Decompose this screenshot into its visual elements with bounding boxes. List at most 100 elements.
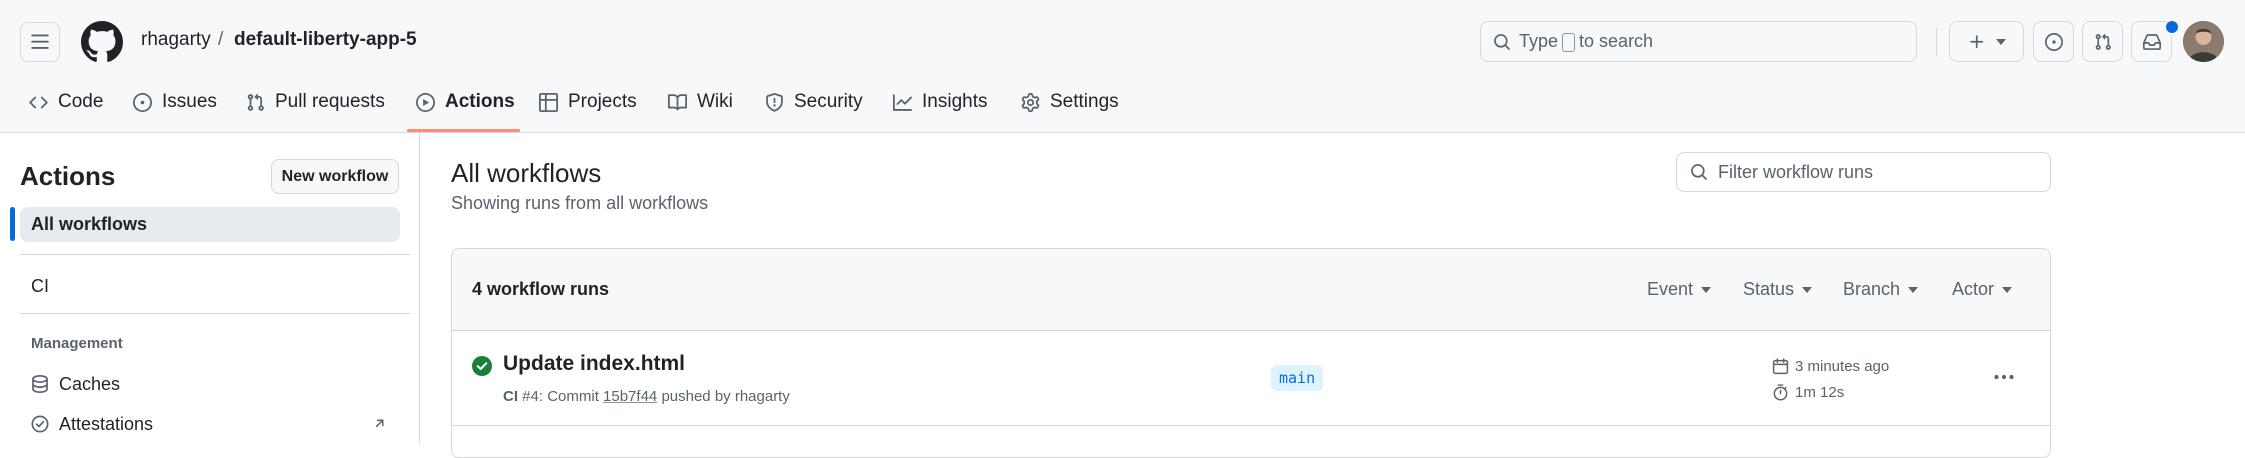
run-duration: 1m 12s [1772, 384, 1844, 401]
tab-label: Insights [922, 91, 988, 112]
workflow-runs-box: 4 workflow runs Event Status Branch Acto… [451, 248, 2051, 458]
chevron-down-icon [1802, 286, 1813, 293]
sidebar-item-attestations[interactable]: Attestations [20, 408, 400, 440]
graph-icon [893, 93, 912, 111]
run-workflow-name: CI [503, 388, 518, 405]
sidebar-item-label: Attestations [59, 413, 154, 434]
verified-icon [31, 415, 49, 433]
check-circle-fill-icon [472, 356, 492, 376]
event-filter-dropdown[interactable]: Event [1647, 279, 1712, 300]
search-placeholder-end: to search [1579, 31, 1654, 51]
search-icon [1691, 164, 1707, 180]
issues-icon [2044, 32, 2063, 51]
run-actor: pushed by rhagarty [661, 388, 790, 405]
active-tab-indicator [407, 129, 520, 132]
sidebar-item-ci[interactable]: CI [20, 268, 400, 304]
filter-workflow-runs-input[interactable]: Filter workflow runs [1676, 152, 2051, 192]
git-pull-request-icon [247, 93, 264, 111]
breadcrumb-separator: / [218, 29, 224, 50]
gear-icon [1021, 92, 1040, 112]
actor-filter-dropdown[interactable]: Actor [1952, 279, 2013, 300]
menu-button[interactable] [20, 22, 60, 62]
slash-key-hint [1562, 33, 1576, 52]
dropdown-label: Actor [1952, 279, 1995, 299]
filter-placeholder: Filter workflow runs [1718, 161, 1874, 182]
tab-label: Projects [568, 91, 637, 112]
tab-label: Code [58, 91, 104, 112]
code-icon [29, 96, 48, 108]
branch-label[interactable]: main [1271, 365, 1324, 391]
issue-opened-icon [133, 92, 152, 112]
table-row[interactable]: Update index.html CI #4: Commit 15b7f44 … [452, 331, 2050, 426]
header-divider [1936, 28, 1937, 56]
plus-icon [1969, 34, 1983, 48]
run-title-link[interactable]: Update index.html [503, 352, 685, 376]
notification-dot [2164, 19, 2180, 35]
stopwatch-icon [1773, 384, 1788, 401]
tab-label: Wiki [697, 91, 733, 112]
avatar[interactable] [2183, 21, 2224, 62]
tab-label: Settings [1050, 91, 1119, 112]
tab-issues[interactable]: Issues [133, 86, 217, 118]
tab-pull-requests[interactable]: Pull requests [246, 86, 385, 118]
run-options-button[interactable] [1992, 365, 2016, 389]
tab-label: Pull requests [275, 91, 385, 112]
run-duration-value: 1m 12s [1795, 384, 1845, 401]
tab-actions[interactable]: Actions [416, 86, 515, 118]
sidebar-item-all-workflows[interactable]: All workflows [20, 207, 400, 242]
commit-link[interactable]: 15b7f44 [603, 388, 657, 405]
new-workflow-button[interactable]: New workflow [271, 159, 399, 194]
breadcrumb-owner[interactable]: rhagarty [141, 28, 211, 52]
dropdown-label: Status [1743, 279, 1795, 299]
calendar-icon [1772, 358, 1789, 375]
tab-settings[interactable]: Settings [1021, 86, 1119, 118]
sidebar-item-label: Caches [59, 373, 121, 394]
sidebar-item-label: All workflows [31, 214, 148, 234]
branch-filter-dropdown[interactable]: Branch [1843, 279, 1919, 300]
link-external-icon [375, 419, 384, 428]
sidebar-section-heading: Management [31, 335, 123, 352]
run-meta: CI #4: Commit 15b7f44 pushed by rhagarty [503, 388, 790, 405]
active-item-marker [10, 207, 15, 241]
inbox-icon [2142, 33, 2161, 50]
chevron-down-icon [1701, 286, 1712, 293]
tab-wiki[interactable]: Wiki [668, 86, 733, 118]
breadcrumb-repo[interactable]: default-liberty-app-5 [234, 28, 417, 52]
sidebar-divider [20, 254, 410, 255]
sidebar-divider [20, 313, 410, 314]
sidebar-border [419, 133, 420, 444]
tab-code[interactable]: Code [29, 86, 103, 118]
create-new-button[interactable] [1949, 21, 2024, 62]
sidebar-item-label: CI [31, 275, 49, 296]
run-number: #4: Commit [522, 388, 599, 405]
tab-label: Actions [445, 91, 515, 112]
run-time-ago: 3 minutes ago [1795, 358, 1890, 375]
github-logo-icon[interactable] [81, 21, 123, 63]
global-search-input[interactable]: Type to search [1480, 21, 1917, 62]
issues-button[interactable] [2033, 21, 2074, 62]
chevron-down-icon [1908, 286, 1919, 293]
page-title: All workflows [451, 158, 602, 188]
book-icon [668, 93, 687, 110]
status-filter-dropdown[interactable]: Status [1743, 279, 1813, 300]
tab-label: Issues [162, 91, 217, 112]
tab-security[interactable]: Security [765, 86, 863, 118]
search-icon [1494, 33, 1510, 50]
shield-icon [766, 92, 783, 112]
database-icon [32, 375, 48, 393]
dropdown-label: Branch [1843, 279, 1901, 299]
sidebar-item-caches[interactable]: Caches [20, 368, 400, 400]
dropdown-label: Event [1647, 279, 1694, 299]
pull-requests-button[interactable] [2082, 21, 2123, 62]
chevron-down-icon [2002, 286, 2013, 293]
app-header: rhagarty / default-liberty-app-5 Type to… [0, 0, 2245, 133]
tab-projects[interactable]: Projects [539, 86, 637, 118]
page-subtitle: Showing runs from all workflows [451, 193, 709, 213]
table-icon [539, 92, 558, 112]
tab-label: Security [794, 91, 863, 112]
tab-insights[interactable]: Insights [893, 86, 987, 118]
pull-request-icon [2095, 33, 2111, 50]
run-timestamp: 3 minutes ago [1772, 358, 1889, 375]
kebab-horizontal-icon [1994, 374, 2014, 380]
sidebar-title: Actions [20, 161, 116, 191]
